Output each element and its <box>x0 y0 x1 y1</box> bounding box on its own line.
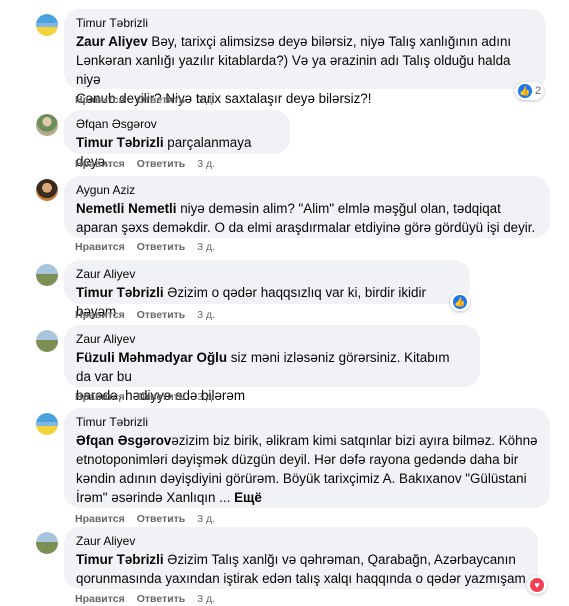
comment-text: Nemetli Nemetli niyə deməsin alim? "Alim… <box>76 199 538 237</box>
comment-time[interactable]: 3 д. <box>197 157 215 171</box>
comment-actions: Нравится Ответить 3 д. <box>75 512 215 526</box>
like-button[interactable]: Нравится <box>75 240 125 254</box>
comment-actions: Нравится Ответить 3 д. <box>75 240 215 254</box>
reply-button[interactable]: Ответить <box>137 93 186 107</box>
reaction-count[interactable]: 👍 <box>450 293 470 311</box>
comment-bubble: Zaur Aliyev Timur Təbrizli Əzizim o qədə… <box>64 260 470 319</box>
comment-bubble: Zaur Aliyev Timur Təbrizli Əzizim Talış … <box>64 527 538 589</box>
comment-author[interactable]: Zaur Aliyev <box>76 267 458 282</box>
comment-author[interactable]: Zaur Aliyev <box>76 534 526 549</box>
comment-actions: Нравится Ответить 3 д. <box>75 390 215 404</box>
comment-time[interactable]: 3 д. <box>197 308 215 322</box>
avatar[interactable] <box>36 264 58 286</box>
reaction-count[interactable]: 👍 2 <box>515 82 545 100</box>
comment-time[interactable]: 3 д. <box>197 240 215 254</box>
avatar[interactable] <box>36 14 58 36</box>
comment-bubble: Əfqan Əsgərov Timur Təbrizli parçalanmay… <box>64 110 290 169</box>
like-button[interactable]: Нравится <box>75 592 125 606</box>
comment-time[interactable]: 3 д. <box>197 592 215 606</box>
comment-author[interactable]: Timur Təbrizli <box>76 415 538 430</box>
mention[interactable]: Zaur Aliyev <box>76 34 148 49</box>
reaction-count[interactable]: ♥ <box>527 576 547 594</box>
comment-time[interactable]: 3 д. <box>197 512 215 526</box>
comment-actions: Нравится Ответить 3 д. <box>75 592 215 606</box>
avatar[interactable] <box>36 330 58 352</box>
mention[interactable]: Timur Təbrizli <box>76 552 164 567</box>
comment-bubble: Aygun Aziz Nemetli Nemetli niyə deməsin … <box>64 176 550 238</box>
reply-button[interactable]: Ответить <box>137 308 186 322</box>
avatar[interactable] <box>36 413 58 435</box>
mention[interactable]: Əfqan Əsgərov <box>76 433 171 448</box>
reply-button[interactable]: Ответить <box>137 157 186 171</box>
comment-actions: Нравится Ответить 3 д. <box>75 93 215 107</box>
mention[interactable]: Timur Təbrizli <box>76 285 164 300</box>
like-button[interactable]: Нравится <box>75 390 125 404</box>
like-reaction-icon: 👍 <box>518 84 532 98</box>
like-reaction-icon: 👍 <box>453 295 467 309</box>
comment-bubble: Timur Təbrizli Əfqan Əsgərovəzizim biz b… <box>64 408 550 508</box>
comment-actions: Нравится Ответить 3 д. <box>75 308 215 322</box>
reply-button[interactable]: Ответить <box>137 592 186 606</box>
mention[interactable]: Timur Təbrizli <box>76 135 164 150</box>
mention[interactable]: Nemetli Nemetli <box>76 201 176 216</box>
comment-time[interactable]: 3 д. <box>197 390 215 404</box>
avatar[interactable] <box>36 532 58 554</box>
reply-button[interactable]: Ответить <box>137 390 186 404</box>
like-button[interactable]: Нравится <box>75 157 125 171</box>
comment-author[interactable]: Timur Təbrizli <box>76 16 534 31</box>
avatar[interactable] <box>36 114 58 136</box>
comment-bubble: Timur Təbrizli Zaur Aliyev Bəy, tarixçi … <box>64 9 546 106</box>
comment-author[interactable]: Əfqan Əsgərov <box>76 117 278 132</box>
reply-button[interactable]: Ответить <box>137 240 186 254</box>
comment-bubble: Zaur Aliyev Füzuli Məhmədyar Oğlu siz mə… <box>64 325 480 403</box>
like-button[interactable]: Нравится <box>75 93 125 107</box>
reply-button[interactable]: Ответить <box>137 512 186 526</box>
comment-author[interactable]: Aygun Aziz <box>76 183 538 198</box>
mention[interactable]: Füzuli Məhmədyar Oğlu <box>76 350 227 365</box>
reaction-count-value: 2 <box>535 85 542 97</box>
comment-text: Əfqan Əsgərovəzizim biz birik, əlikram k… <box>76 431 538 507</box>
like-button[interactable]: Нравится <box>75 512 125 526</box>
comment-text: Timur Təbrizli Əzizim Talış xanlğı və qə… <box>76 550 526 588</box>
see-more-link[interactable]: Ещё <box>234 490 262 505</box>
avatar[interactable] <box>36 179 58 201</box>
heart-reaction-icon: ♥ <box>530 578 544 592</box>
comment-time[interactable]: 3 д. <box>197 93 215 107</box>
comment-actions: Нравится Ответить 3 д. <box>75 157 215 171</box>
like-button[interactable]: Нравится <box>75 308 125 322</box>
comment-author[interactable]: Zaur Aliyev <box>76 332 468 347</box>
